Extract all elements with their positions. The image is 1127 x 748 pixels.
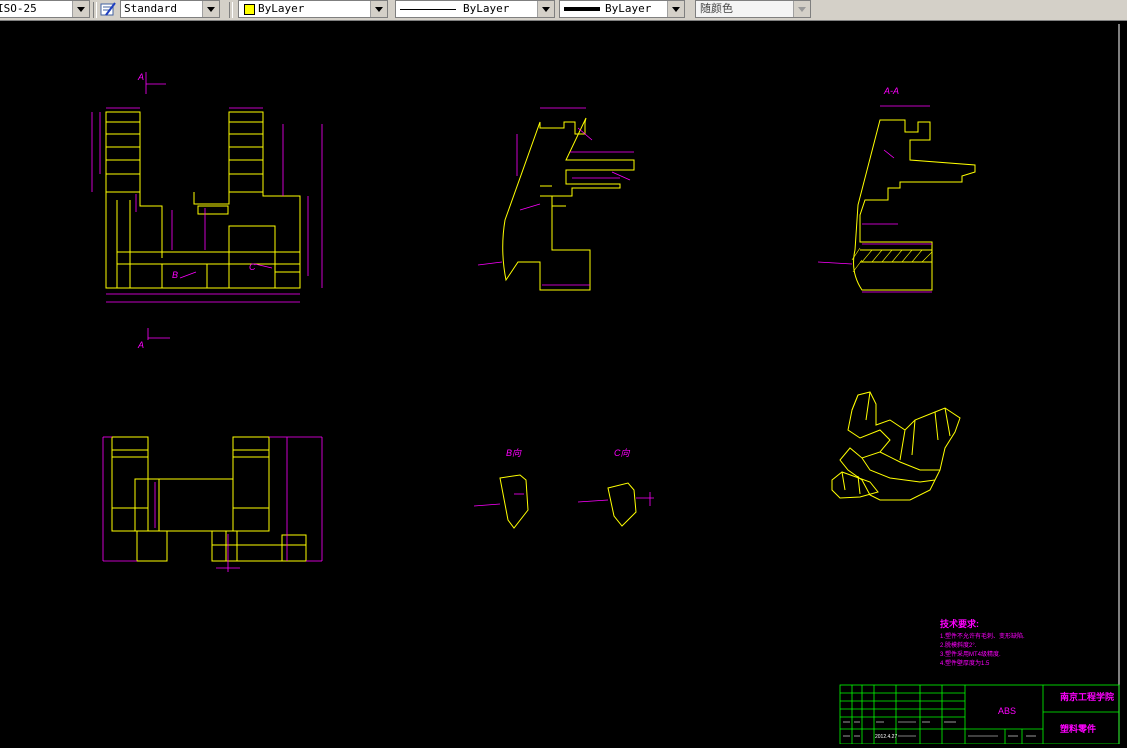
tech-requirement-line: 3.塑件采用MT4级精度. <box>940 650 1001 658</box>
isometric-view <box>831 391 961 501</box>
linetype-sample-icon <box>400 9 456 10</box>
chevron-down-icon[interactable] <box>793 1 810 17</box>
view-b-dimensions <box>473 493 524 507</box>
chevron-down-icon[interactable] <box>370 1 387 17</box>
chevron-down-icon[interactable] <box>537 1 554 17</box>
section-dimensions <box>817 105 932 293</box>
dimension-style-value: ISO-25 <box>0 2 37 15</box>
section-title: A-A <box>883 86 899 96</box>
title-block-part-name: 塑料零件 <box>1060 723 1096 734</box>
plot-style-dropdown[interactable]: 随颜色 <box>695 0 811 18</box>
side-view <box>502 117 635 291</box>
color-swatch-icon <box>244 4 255 15</box>
tech-requirements-title: 技术要求: <box>940 618 979 629</box>
chevron-down-icon[interactable] <box>202 1 219 17</box>
section-mark-top: A <box>137 72 144 82</box>
lineweight-sample-icon <box>564 7 600 11</box>
text-style-icon[interactable] <box>99 1 117 18</box>
toolbar-separator <box>93 2 97 18</box>
linetype-control-value: ByLayer <box>463 2 510 15</box>
tech-requirement-line: 1.塑件不允许有毛刺、变形缺陷. <box>940 632 1025 640</box>
view-c-dimensions <box>577 492 654 506</box>
text-style-value: Standard <box>124 2 177 15</box>
title-block-date: 2012.4.27 <box>875 734 897 740</box>
view-c-title: C向 <box>614 448 630 458</box>
text-style-dropdown[interactable]: Standard <box>120 0 220 18</box>
tech-requirement-line: 4.塑件壁厚度为1.5 <box>940 659 990 667</box>
plot-style-value: 随颜色 <box>700 2 733 15</box>
view-b-profile <box>499 474 529 529</box>
view-b-title: B向 <box>506 448 522 458</box>
label-b: B <box>172 270 178 280</box>
top-view <box>111 436 307 562</box>
chevron-down-icon[interactable] <box>72 1 89 17</box>
color-control-value: ByLayer <box>258 2 305 15</box>
toolbar-separator <box>229 2 233 18</box>
color-control-dropdown[interactable]: ByLayer <box>238 0 388 18</box>
section-hatch <box>851 247 933 273</box>
view-c-profile <box>607 482 637 527</box>
front-view <box>105 111 301 289</box>
tech-requirement-line: 2.脱模斜度2°. <box>940 641 977 649</box>
dimension-style-dropdown[interactable]: ISO-25 <box>0 0 90 18</box>
drawing-canvas[interactable]: A A B C A-A B向 C向 技术要求: 1.塑件不允许有毛刺、变形缺陷.… <box>0 20 1127 745</box>
section-mark-bottom: A <box>137 340 144 350</box>
chevron-down-icon[interactable] <box>667 1 684 17</box>
linetype-control-dropdown[interactable]: ByLayer <box>395 0 555 18</box>
section-a-a-view <box>853 119 976 291</box>
properties-toolbar: ISO-25 Standard ByLayer ByLayer ByLayer … <box>0 0 1127 21</box>
title-block-material: ABS <box>998 706 1016 716</box>
label-c: C <box>249 262 256 272</box>
lineweight-control-value: ByLayer <box>605 2 652 15</box>
drawing-svg: A A B C A-A B向 C向 技术要求: 1.塑件不允许有毛刺、变形缺陷.… <box>91 24 1120 745</box>
lineweight-control-dropdown[interactable]: ByLayer <box>559 0 685 18</box>
title-block-school: 南京工程学院 <box>1060 691 1114 702</box>
